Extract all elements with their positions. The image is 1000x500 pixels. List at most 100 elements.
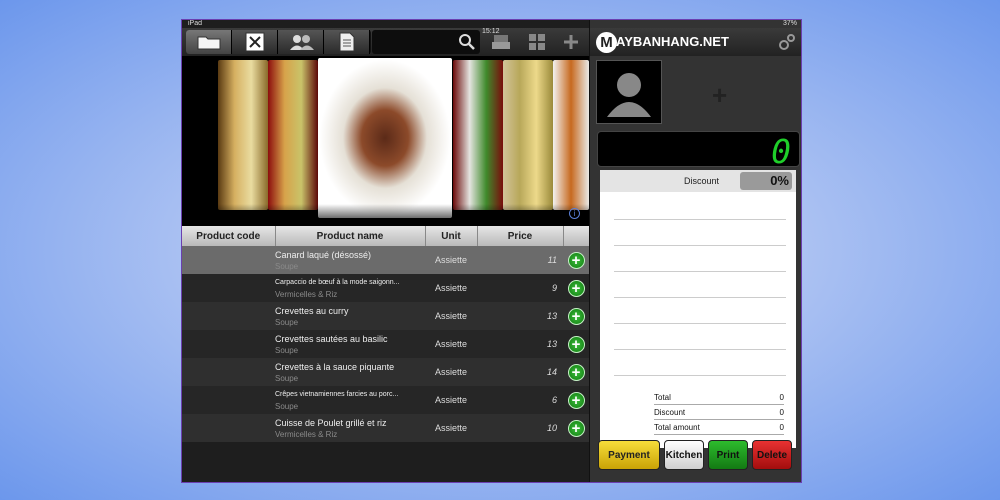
print-button[interactable]: Print — [708, 440, 748, 470]
utensils-icon — [245, 32, 264, 52]
toolbar-tab-group — [186, 30, 371, 54]
product-name: Crevettes au curry — [275, 305, 349, 316]
kitchen-button[interactable]: Kitchen — [664, 440, 704, 470]
dish-image-duck[interactable] — [318, 58, 452, 218]
order-line — [614, 324, 786, 350]
printer-icon — [492, 35, 510, 49]
dish-image-red-plate[interactable] — [268, 60, 318, 210]
dish-image-potatoes[interactable] — [503, 60, 553, 210]
product-price: 14 — [546, 367, 557, 377]
column-header-name[interactable]: Product name — [275, 226, 426, 246]
delete-button[interactable]: Delete — [752, 440, 792, 470]
product-name: Crevettes à la sauce piquante — [275, 361, 395, 372]
add-cell: + — [563, 414, 589, 442]
search-field[interactable] — [372, 30, 480, 54]
product-name-cell: Crevettes à la sauce piquante Soupe — [275, 358, 425, 386]
reports-button[interactable] — [324, 30, 370, 54]
table-row[interactable]: Crêpes vietnamiennes farcies au porc... S… — [182, 386, 589, 414]
order-line — [614, 220, 786, 246]
product-unit: Assiette — [434, 311, 467, 321]
printer-button[interactable] — [490, 32, 512, 52]
product-name: Crevettes sautées au basilic — [275, 333, 388, 344]
table-row[interactable]: Cuisse de Poulet grillé et riz Vermicelle… — [182, 414, 589, 442]
product-name: Crêpes vietnamiennes farcies au porc... — [275, 390, 399, 398]
product-name-cell: Crêpes vietnamiennes farcies au porc... S… — [275, 386, 425, 414]
product-name: Canard laqué (désossé) — [275, 249, 372, 260]
order-line — [614, 350, 786, 376]
brand-logo: M — [596, 32, 617, 53]
product-unit: Assiette — [434, 339, 467, 349]
total-display: 0 — [597, 131, 800, 171]
discount-value-field[interactable]: 0% — [740, 172, 792, 190]
add-to-order-button[interactable]: + — [567, 363, 585, 381]
total-row: Total 0 — [654, 390, 784, 405]
column-header-unit[interactable]: Unit — [425, 226, 478, 246]
product-pane: iPad 15:12 i Product code Product name U… — [182, 20, 589, 482]
folder-button[interactable] — [186, 30, 232, 54]
customers-button[interactable] — [278, 30, 324, 54]
product-category: Soupe — [275, 345, 299, 355]
add-product-button[interactable] — [560, 32, 582, 52]
table-row[interactable]: Crevettes à la sauce piquante Soupe Assiet… — [182, 358, 589, 386]
discount-total-label: Discount — [654, 408, 686, 417]
battery-label: 37% — [782, 20, 797, 27]
add-customer-button[interactable]: + — [712, 80, 727, 111]
table-row[interactable]: Crevettes sautées au basilic Soupe Assiett… — [182, 330, 589, 358]
add-to-order-button[interactable]: + — [567, 391, 585, 409]
product-code-cell — [182, 414, 275, 442]
product-price: 6 — [551, 395, 557, 405]
grid-icon — [529, 34, 545, 50]
product-category: Soupe — [275, 373, 299, 383]
product-image-carousel[interactable]: i — [182, 56, 589, 226]
dish-image-salad[interactable] — [453, 60, 503, 210]
add-to-order-button[interactable]: + — [567, 251, 585, 269]
column-header-price[interactable]: Price — [477, 226, 564, 246]
add-cell: + — [563, 386, 589, 414]
product-name-cell: Cuisse de Poulet grillé et riz Vermicelle… — [275, 414, 425, 442]
dish-image-dumplings[interactable] — [218, 60, 268, 210]
product-category: Soupe — [275, 261, 299, 271]
payment-button[interactable]: Payment — [598, 440, 660, 470]
ipad-frame: iPad 15:12 i Product code Product name U… — [181, 19, 802, 483]
column-header-code[interactable]: Product code — [182, 226, 276, 246]
product-price: 13 — [546, 311, 557, 321]
table-row[interactable]: Carpaccio de bœuf à la mode saigonn... Ve… — [182, 274, 589, 302]
product-price: 11 — [547, 255, 557, 265]
add-to-order-button[interactable]: + — [567, 419, 585, 437]
folder-icon — [197, 36, 220, 50]
product-code-cell — [182, 274, 275, 302]
customer-avatar[interactable] — [596, 60, 662, 124]
add-to-order-button[interactable]: + — [567, 335, 585, 353]
add-cell: + — [563, 246, 589, 274]
total-amount-row: Total amount 0 — [654, 420, 784, 435]
product-unit: Assiette — [434, 283, 467, 293]
discount-total-row: Discount 0 — [654, 405, 784, 420]
main-toolbar: 15:12 — [182, 28, 589, 56]
table-row[interactable]: Canard laqué (désossé) Soupe Assiette 11 + — [182, 246, 589, 274]
grid-view-button[interactable] — [526, 32, 548, 52]
info-icon[interactable]: i — [569, 208, 580, 219]
plus-icon — [564, 35, 578, 49]
total-value: 0 — [779, 393, 784, 402]
product-name-cell: Canard laqué (désossé) Soupe — [275, 246, 425, 274]
add-to-order-button[interactable]: + — [567, 307, 585, 325]
add-to-order-button[interactable]: + — [567, 279, 585, 297]
status-bar: iPad — [182, 20, 589, 28]
total-display-value: 0 — [771, 132, 791, 171]
discount-label: Discount — [684, 176, 720, 186]
search-icon[interactable] — [458, 33, 476, 51]
add-cell: + — [563, 358, 589, 386]
product-name-cell: Crevettes au curry Soupe — [275, 302, 425, 330]
product-code-cell — [182, 386, 275, 414]
table-row[interactable]: Crevettes au curry Soupe Assiette 13 + — [182, 302, 589, 330]
column-header-add — [563, 226, 589, 246]
carrier-label: iPad — [188, 20, 203, 27]
gear-icon[interactable] — [778, 33, 796, 51]
product-unit: Assiette — [434, 255, 467, 265]
product-category: Soupe — [275, 401, 299, 411]
users-icon — [289, 35, 314, 50]
dish-image-fried[interactable] — [553, 60, 589, 210]
product-name: Cuisse de Poulet grillé et riz — [275, 417, 387, 428]
menu-button[interactable] — [232, 30, 278, 54]
product-category: Vermicelles & Riz — [275, 429, 338, 439]
